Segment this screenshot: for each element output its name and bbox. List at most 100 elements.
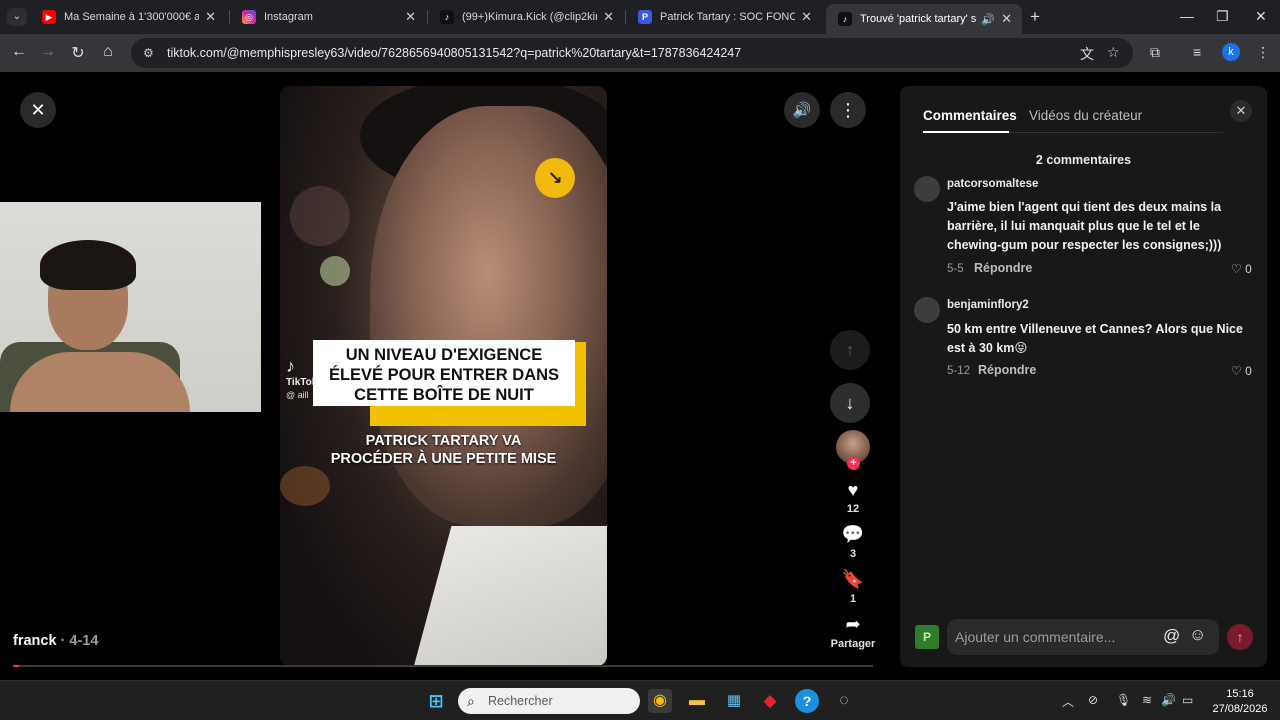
like-heart-icon[interactable]: ♥ — [836, 480, 870, 501]
address-bar[interactable]: ⚙ tiktok.com/@memphispresley63/video/762… — [131, 38, 1133, 68]
minimize-icon[interactable]: — — [1180, 8, 1194, 24]
clock-time: 15:16 — [1226, 688, 1254, 700]
bookmark-star-icon[interactable]: ☆ — [1107, 44, 1120, 61]
tab-youtube[interactable]: ▶ Ma Semaine à 1'300'000€ au G ✕ — [30, 4, 226, 30]
extensions-icon[interactable]: ⧉ — [1150, 44, 1160, 61]
url-text: tiktok.com/@memphispresley63/video/76286… — [167, 46, 742, 60]
taskbar-search[interactable]: ⌕ Rechercher — [458, 688, 640, 714]
new-tab-button[interactable]: + — [1030, 7, 1040, 27]
video-author[interactable]: franck · 4-14 — [13, 633, 98, 649]
tab-pappers[interactable]: P Patrick Tartary : SOC FONCIERE ✕ — [626, 4, 822, 30]
network-off-icon[interactable]: ⊘ — [1088, 693, 1098, 707]
previous-video-button[interactable]: ↑ — [830, 330, 870, 370]
comment-icon[interactable]: 💬 — [836, 524, 870, 545]
tab-tiktok-kimura[interactable]: ♪ (99+)Kimura.Kick (@clip2kimur ✕ — [428, 4, 624, 30]
comment-input-box[interactable]: @ ☺ — [947, 619, 1219, 655]
comment-input[interactable] — [955, 625, 1155, 649]
reload-icon[interactable]: ↻ — [68, 43, 88, 63]
app-red-diamond-icon[interactable]: ◆ — [758, 689, 782, 713]
share-label[interactable]: Partager — [826, 638, 880, 650]
follow-plus-icon[interactable]: + — [847, 457, 860, 470]
wifi-icon[interactable]: ≋ — [1142, 693, 1152, 707]
save-count: 1 — [849, 593, 857, 605]
restore-icon[interactable]: ❐ — [1216, 8, 1229, 25]
reply-button[interactable]: Répondre — [978, 363, 1036, 377]
close-video-button[interactable]: ✕ — [20, 92, 56, 128]
comment-like[interactable]: ♡ 0 — [1231, 262, 1252, 276]
heart-outline-icon: ♡ — [1231, 262, 1242, 276]
browser-toolbar: ← → ↻ ⌂ ⚙ tiktok.com/@memphispresley63/v… — [0, 34, 1280, 72]
microsoft-store-icon[interactable]: ▦ — [722, 689, 746, 713]
translate-icon[interactable]: 文 — [1080, 44, 1094, 64]
comment-text: J'aime bien l'agent qui tient des deux m… — [947, 200, 1222, 252]
battery-icon[interactable]: ▭ — [1182, 693, 1193, 707]
post-date: · 4-14 — [56, 633, 99, 649]
tab-comments[interactable]: Commentaires — [923, 108, 1017, 123]
site-info-icon[interactable]: ⚙ — [143, 46, 157, 60]
commenter-username[interactable]: patcorsomaltese — [947, 178, 1038, 190]
audio-playing-icon[interactable]: 🔊 — [981, 13, 995, 26]
tab-title: Ma Semaine à 1'300'000€ au G — [64, 11, 200, 23]
close-tab-icon[interactable]: ✕ — [1001, 11, 1012, 27]
tab-instagram[interactable]: ◎ Instagram ✕ — [230, 4, 426, 30]
microphone-icon[interactable]: 🎙 — [1116, 693, 1131, 707]
taskbar-clock[interactable]: 15:16 27/08/2026 — [1208, 687, 1272, 717]
reading-list-icon[interactable]: ≡ — [1193, 44, 1201, 60]
send-comment-button[interactable]: ↑ — [1227, 624, 1253, 650]
help-icon[interactable]: ? — [795, 689, 819, 713]
emoji-icon[interactable]: ☺ — [1189, 625, 1206, 645]
tab-tiktok-search[interactable]: ♪ Trouvé 'patrick tartary' sur T 🔊 ✕ — [826, 4, 1022, 34]
tab-title: Instagram — [264, 11, 313, 23]
menu-icon[interactable]: ⋮ — [1256, 44, 1270, 61]
tab-creator-videos[interactable]: Vidéos du créateur — [1029, 108, 1142, 123]
next-video-button[interactable]: ↓ — [830, 383, 870, 423]
comments-panel: Commentaires Vidéos du créateur ✕ 2 comm… — [900, 86, 1267, 667]
file-explorer-icon[interactable]: ▬ — [685, 689, 709, 713]
home-icon[interactable]: ⌂ — [98, 43, 118, 61]
share-arrow-icon[interactable]: ➦ — [836, 614, 870, 635]
video-subcaption: PATRICK TARTARY VA PROCÉDER À UNE PETITE… — [330, 433, 557, 467]
pappers-icon: P — [638, 10, 652, 24]
close-window-icon[interactable]: ✕ — [1255, 8, 1267, 25]
close-tab-icon[interactable]: ✕ — [205, 9, 216, 25]
comment-like[interactable]: ♡ 0 — [1231, 364, 1252, 378]
profile-avatar[interactable]: k — [1222, 43, 1240, 61]
close-panel-icon[interactable]: ✕ — [1230, 100, 1252, 122]
search-icon: ⌕ — [467, 693, 475, 709]
comment-date: 5-12 — [947, 365, 971, 377]
comment-count-heading: 2 commentaires — [1035, 153, 1132, 167]
tab-title: (99+)Kimura.Kick (@clip2kimur — [462, 11, 597, 23]
search-placeholder: Rechercher — [488, 694, 553, 708]
tab-title: Patrick Tartary : SOC FONCIERE — [660, 11, 796, 23]
author-name[interactable]: franck — [13, 633, 57, 649]
windows-taskbar: ⊞ ⌕ Rechercher ◉ ▬ ▦ ◆ ? ◌ ︿ ⊘ 🎙 ≋ 🔊 ▭ 1… — [0, 680, 1280, 720]
chrome-icon[interactable]: ◉ — [648, 689, 672, 713]
forward-icon[interactable]: → — [38, 43, 58, 61]
back-icon[interactable]: ← — [9, 43, 29, 61]
clock-date: 27/08/2026 — [1212, 703, 1268, 715]
close-tab-icon[interactable]: ✕ — [603, 9, 614, 25]
commenter-avatar[interactable] — [914, 297, 940, 323]
comment-text: 50 km entre Villeneuve et Cannes? Alors … — [947, 322, 1243, 355]
progress-fill — [13, 665, 20, 667]
speaker-icon[interactable]: 🔊 — [1161, 693, 1176, 707]
watermark-handle: @ aill — [286, 390, 309, 400]
video-player[interactable]: ↘ UN NIVEAU D'EXIGENCE ÉLEVÉ POUR ENTRER… — [280, 86, 607, 666]
caption-line: CETTE BOÎTE DE NUIT — [354, 386, 534, 404]
more-options-button[interactable]: ⋮ — [830, 92, 866, 128]
tab-search-button[interactable]: ⌄ — [7, 8, 27, 26]
mention-icon[interactable]: @ — [1163, 626, 1180, 646]
reply-button[interactable]: Répondre — [974, 261, 1032, 275]
windows-start-icon[interactable]: ⊞ — [424, 689, 448, 713]
commenter-avatar[interactable] — [914, 176, 940, 202]
close-tab-icon[interactable]: ✕ — [801, 9, 812, 25]
show-hidden-icons[interactable]: ︿ — [1062, 693, 1074, 710]
volume-button[interactable]: 🔊 — [784, 92, 820, 128]
caption-line: UN NIVEAU D'EXIGENCE — [345, 346, 543, 364]
app-circle-icon[interactable]: ◌ — [832, 689, 856, 713]
bookmark-icon[interactable]: 🔖 — [836, 569, 870, 590]
close-tab-icon[interactable]: ✕ — [405, 9, 416, 25]
commenter-username[interactable]: benjaminflory2 — [947, 299, 1029, 311]
video-caption-box: UN NIVEAU D'EXIGENCE ÉLEVÉ POUR ENTRER D… — [313, 340, 575, 406]
video-progress-bar[interactable] — [13, 665, 873, 667]
